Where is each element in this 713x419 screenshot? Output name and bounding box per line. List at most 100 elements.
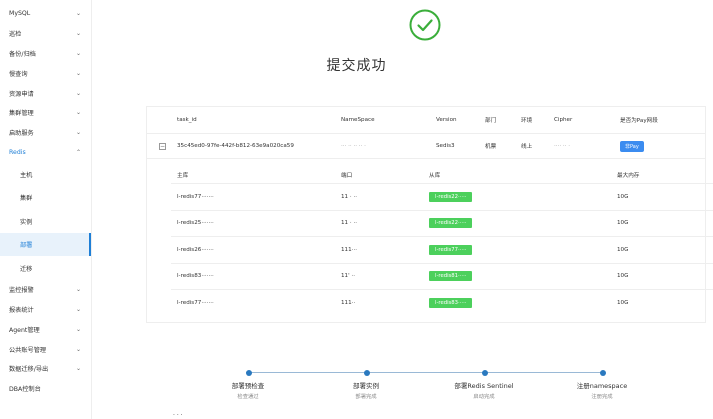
pay-tag: 非Pay [620,140,644,152]
master-host: l-redis77······· [177,193,214,200]
department: 机票 [485,144,497,150]
chevron-down-icon: ⌄ [75,89,81,97]
sidebar-item-label: 集群 [20,195,33,203]
sidebar-item-dba-console[interactable]: DBA控制台 [0,379,91,399]
column-header: task_id [177,117,197,123]
master-host: l-redis83······· [177,273,214,280]
version: Sedis3 [436,143,455,149]
step-dot [364,369,370,376]
chevron-down-icon: ⌄ [75,10,81,18]
table-row: l-redis83······· 11' ·· l-redis81····· 1… [171,264,713,290]
sidebar-item-label: Redis [9,148,26,156]
chevron-down-icon: ⌄ [75,129,81,137]
sidebar-item-data-export[interactable]: 数据迁移/导出 ⌄ [0,359,91,379]
table-row: l-redis77······· 11 · ·· l-redis22····· … [171,184,713,211]
slave-host-tag: l-redis22····· [429,218,473,229]
step-dot [482,369,488,376]
table-row: l-redis25······· 11 · ·· l-redis22····· … [171,211,713,237]
column-header: 端口 [341,172,353,179]
port: 111··· [341,246,358,253]
sidebar-item-label: MySQL [9,10,31,18]
port: 11' ·· [341,273,355,280]
max-memory: 10G [617,273,629,280]
master-host: l-redis26······· [177,246,214,253]
sidebar-item-cluster-management[interactable]: 集群管理 ⌄ [0,103,91,123]
chevron-up-icon: ⌃ [75,148,81,156]
sidebar-item-public-account[interactable]: 公共账号管理 ⌄ [0,339,91,359]
chevron-down-icon: ⌄ [75,30,81,38]
step-title: 部署预检查 [231,382,265,390]
master-host: l-redis25······· [177,220,214,227]
page-title: 提交成功 [326,58,387,74]
max-memory: 10G [617,220,629,227]
slave-host-tag: l-redis22····· [429,191,473,202]
column-header: Version [436,117,457,123]
column-header: Cipher [554,117,573,123]
max-memory: 10G [617,193,629,200]
column-header: NameSpace [341,117,375,123]
sidebar-item-label: 资源申请 [9,90,34,98]
column-header: 是否为Pay网段 [620,118,658,124]
sidebar-item-label: 监控报警 [9,287,34,295]
sidebar-item-resource-request[interactable]: 资源申请 ⌄ [0,83,91,103]
port: 111·· [341,300,356,307]
sidebar-item-label: 启助服务 [9,130,34,138]
sidebar-item-host[interactable]: 主机 [0,162,91,186]
sidebar-item-deploy[interactable]: 部署 [0,232,91,257]
chevron-down-icon: ⌄ [75,365,81,373]
sidebar-item-label: DBA控制台 [9,386,41,394]
step-title: 注册namespace [576,382,628,390]
sidebar-item-redis[interactable]: Redis ⌃ [0,143,91,163]
collapse-toggle[interactable]: − [159,142,166,150]
step-dot [600,369,606,376]
namespace: ··· ·· ·· ·· · [341,143,366,149]
table-row: l-redis77······· 111·· l-redis83····· 10… [171,290,713,317]
sidebar-item-instance[interactable]: 实例 [0,209,91,233]
sidebar-item-mysql[interactable]: MySQL ⌄ [0,4,91,24]
port: 11 · ·· [341,193,358,200]
progress-steps-line [246,372,604,373]
sidebar-item-label: 集群管理 [9,110,34,118]
task-table: task_id NameSpace Version 部门 环境 Cipher 是… [146,106,713,323]
table-row: − 35c45ed0-97fe-442f-b812-63e9a020ca59 ·… [147,134,705,159]
sidebar-item-monitoring[interactable]: 监控报警 ⌄ [0,280,91,300]
chevron-down-icon: ⌄ [75,345,81,353]
column-header: 主库 [177,172,189,179]
table-header: task_id NameSpace Version 部门 环境 Cipher 是… [147,107,705,134]
sidebar-item-label: 部署 [20,242,33,250]
footer-text: · · · [173,412,183,419]
column-header: 最大内存 [617,172,640,179]
environment: 线上 [521,144,533,150]
chevron-down-icon: ⌄ [75,109,81,117]
table-row: l-redis26······· 111··· l-redis77····· 1… [171,237,713,264]
sidebar-item-label: 数据迁移/导出 [9,366,49,374]
max-memory: 10G [617,246,629,253]
step-desc: 部署完成 [355,394,377,400]
sidebar-item-label: 巡检 [9,31,22,39]
chevron-down-icon: ⌄ [75,286,81,294]
max-memory: 10G [617,300,629,307]
slave-host-tag: l-redis81····· [429,271,473,282]
sidebar-item-reports[interactable]: 报表统计 ⌄ [0,300,91,320]
sidebar-item-auto-service[interactable]: 启助服务 ⌄ [0,123,91,143]
column-header: 从库 [429,172,441,179]
sidebar-item-migrate[interactable]: 迁移 [0,256,91,280]
step-desc: 启动完成 [473,394,495,400]
sidebar-item-agent[interactable]: Agent管理 ⌄ [0,319,91,339]
cipher: ···· ·· · [554,143,571,149]
step-dot [246,369,252,376]
chevron-down-icon: ⌄ [75,325,81,333]
task-id: 35c45ed0-97fe-442f-b812-63e9a020ca59 [177,143,294,149]
chevron-down-icon: ⌄ [75,306,81,314]
sub-table-header: 主库 端口 从库 最大内存 [171,166,713,184]
step-title: 部署实例 [353,382,379,390]
master-host: l-redis77······· [177,300,214,307]
slave-host-tag: l-redis77····· [429,244,473,255]
step-desc: 注册完成 [591,394,613,400]
step-title: 部署Redis Sentinel [454,382,514,390]
sidebar-item-inspection[interactable]: 巡检 ⌄ [0,24,91,44]
sidebar-item-cluster[interactable]: 集群 [0,186,91,210]
port: 11 · ·· [341,220,358,227]
sidebar-item-label: 实例 [20,218,33,226]
sidebar-item-label: 公共账号管理 [9,346,47,354]
